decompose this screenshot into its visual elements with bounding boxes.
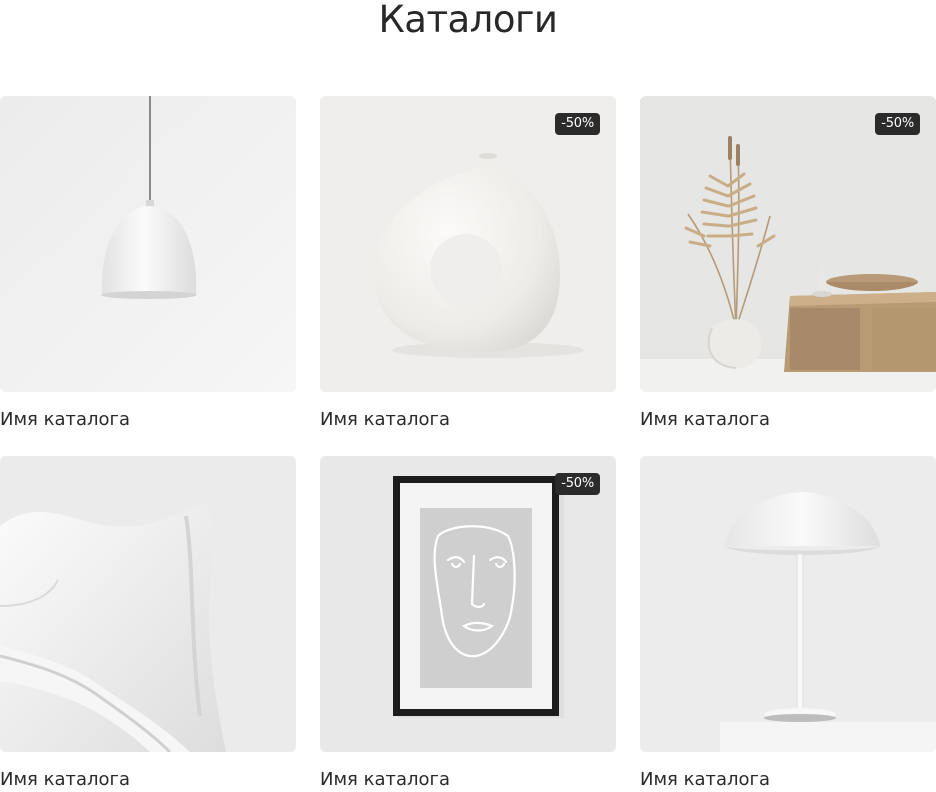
catalog-card-image[interactable] xyxy=(0,456,296,752)
catalog-name[interactable]: Имя каталога xyxy=(0,768,296,792)
catalog-name[interactable]: Имя каталога xyxy=(0,408,296,432)
catalog-card[interactable]: -50% Имя каталога xyxy=(320,96,616,432)
catalog-card-image[interactable]: -50% xyxy=(320,456,616,752)
donut-vase-image xyxy=(320,96,616,392)
catalog-name[interactable]: Имя каталога xyxy=(320,768,616,792)
dried-plant-shelf-image xyxy=(640,96,936,392)
framed-face-art-image xyxy=(320,456,616,752)
discount-badge: -50% xyxy=(555,113,600,135)
catalog-name[interactable]: Имя каталога xyxy=(320,408,616,432)
catalog-card-image[interactable]: -50% xyxy=(320,96,616,392)
catalog-name[interactable]: Имя каталога xyxy=(640,768,936,792)
catalog-card[interactable]: -50% Имя каталога xyxy=(320,456,616,792)
catalog-card-image[interactable] xyxy=(640,456,936,752)
catalog-name[interactable]: Имя каталога xyxy=(640,408,936,432)
catalog-card-image[interactable]: -50% xyxy=(640,96,936,392)
catalog-card[interactable]: Имя каталога xyxy=(0,456,296,792)
page-title: Каталоги xyxy=(378,0,558,41)
catalog-card[interactable]: -50% Имя каталога xyxy=(640,96,936,432)
catalog-card[interactable]: Имя каталога xyxy=(0,96,296,432)
table-lamp-image xyxy=(640,456,936,752)
catalog-card-image[interactable] xyxy=(0,96,296,392)
discount-badge: -50% xyxy=(875,113,920,135)
catalog-card[interactable]: Имя каталога xyxy=(640,456,936,792)
discount-badge: -50% xyxy=(555,473,600,495)
catalog-grid: Имя каталога -50% Имя каталога -50% Имя … xyxy=(0,96,936,792)
white-chair-image xyxy=(0,456,296,752)
pendant-lamp-image xyxy=(0,96,296,392)
